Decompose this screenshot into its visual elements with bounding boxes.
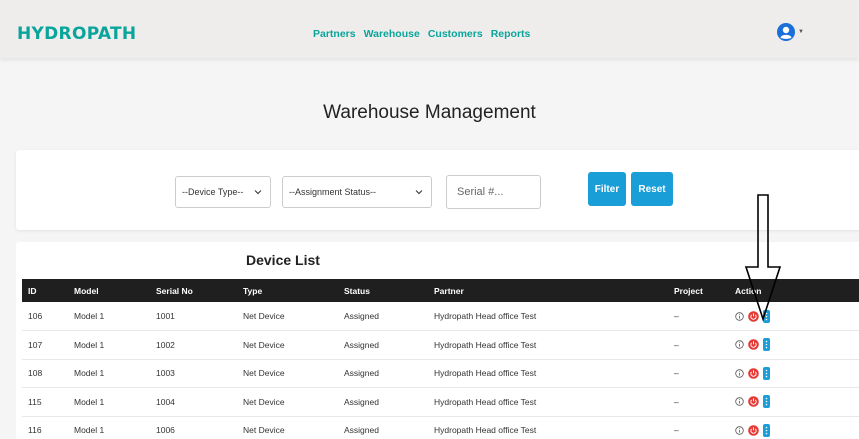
annotation-arrow (744, 194, 782, 321)
nav-partners[interactable]: Partners (313, 28, 356, 40)
info-circle-icon[interactable] (735, 397, 744, 406)
cell-type: Net Device (243, 396, 285, 407)
col-header-partner: Partner (434, 285, 464, 296)
table-row: 116 Model 1 1006 Net Device Assigned Hydropat… (22, 416, 859, 439)
reset-button[interactable]: Reset (631, 172, 673, 206)
device-type-select[interactable]: --Device Type-- (175, 176, 271, 208)
brand-logo[interactable]: HYDROPATH (17, 24, 136, 44)
cell-id: 115 (28, 396, 42, 407)
cell-project: – (674, 368, 679, 379)
cell-partner: Hydropath Head office Test (434, 339, 537, 350)
device-table: ID Model Serial No Type Status Partner P… (22, 279, 859, 439)
cell-partner: Hydropath Head office Test (434, 425, 537, 436)
cell-model: Model 1 (74, 396, 105, 407)
row-actions (735, 395, 859, 409)
table-header-row: ID Model Serial No Type Status Partner P… (22, 279, 859, 302)
cell-partner: Hydropath Head office Test (434, 368, 537, 379)
table-row: 115 Model 1 1004 Net Device Assigned Hydropat… (22, 388, 859, 417)
col-header-status: Status (344, 285, 370, 296)
cell-serial: 1006 (156, 425, 175, 436)
cell-type: Net Device (243, 425, 285, 436)
vertical-ellipsis-icon (765, 340, 768, 349)
nav-reports[interactable]: Reports (491, 28, 531, 40)
device-type-value: --Device Type-- (182, 187, 244, 197)
col-header-model: Model (74, 285, 99, 296)
power-icon[interactable] (748, 396, 759, 408)
vertical-ellipsis-icon (765, 426, 768, 435)
serial-placeholder: Serial #... (457, 186, 504, 198)
cell-project: – (674, 311, 679, 321)
cell-serial: 1001 (156, 311, 175, 321)
cell-project: – (674, 425, 679, 436)
cell-status: Assigned (344, 396, 379, 407)
col-header-type: Type (243, 285, 263, 296)
power-icon[interactable] (748, 424, 759, 436)
cell-status: Assigned (344, 368, 379, 379)
row-actions (735, 338, 859, 352)
cell-project: – (674, 339, 679, 350)
cell-project: – (674, 396, 679, 407)
cell-model: Model 1 (74, 339, 105, 350)
top-navbar: HYDROPATH Partners Warehouse Customers R… (0, 0, 859, 58)
cell-model: Model 1 (74, 425, 105, 436)
cell-action (729, 331, 859, 360)
col-header-serial: Serial No (156, 285, 193, 296)
col-header-project: Project (674, 285, 703, 296)
cell-status: Assigned (344, 425, 379, 436)
cell-model: Model 1 (74, 311, 105, 321)
filter-panel: --Device Type-- --Assignment Status-- Se… (16, 150, 859, 230)
info-circle-icon[interactable] (735, 369, 744, 378)
info-circle-icon[interactable] (735, 311, 744, 321)
col-header-id: ID (28, 285, 37, 296)
table-row: 106 Model 1 1001 Net Device Assigned Hydropat… (22, 302, 859, 331)
page-title: Warehouse Management (323, 102, 536, 123)
device-list-panel: Device List ID Model Serial No Type Stat… (16, 242, 859, 439)
cell-action (729, 359, 859, 388)
row-actions (735, 423, 859, 437)
cell-partner: Hydropath Head office Test (434, 396, 537, 407)
table-row: 107 Model 1 1002 Net Device Assigned Hydropat… (22, 331, 859, 360)
cell-partner: Hydropath Head office Test (434, 311, 537, 321)
serial-search-input[interactable]: Serial #... (446, 175, 541, 209)
vertical-ellipsis-icon (765, 397, 768, 406)
device-list-title: Device List (246, 252, 320, 268)
cell-type: Net Device (243, 368, 285, 379)
chevron-down-icon (415, 190, 423, 195)
row-actions (735, 366, 859, 380)
cell-id: 108 (28, 368, 43, 379)
main-nav: Partners Warehouse Customers Reports (313, 28, 530, 40)
cell-model: Model 1 (74, 368, 105, 379)
power-icon[interactable] (748, 339, 759, 351)
filter-button[interactable]: Filter (588, 172, 626, 206)
table-row: 108 Model 1 1003 Net Device Assigned Hydropat… (22, 359, 859, 388)
cell-action (729, 388, 859, 417)
more-options-button[interactable] (763, 366, 770, 380)
cell-status: Assigned (344, 339, 379, 350)
user-circle-icon[interactable] (777, 23, 795, 41)
nav-customers[interactable]: Customers (428, 28, 483, 40)
cell-type: Net Device (243, 339, 285, 350)
nav-warehouse[interactable]: Warehouse (364, 28, 420, 40)
user-menu-caret-icon[interactable]: ▼ (798, 29, 804, 35)
cell-serial: 1003 (156, 368, 175, 379)
cell-serial: 1004 (156, 396, 175, 407)
info-circle-icon[interactable] (735, 340, 744, 349)
assignment-status-select[interactable]: --Assignment Status-- (282, 176, 432, 208)
more-options-button[interactable] (763, 338, 770, 352)
chevron-down-icon (254, 190, 262, 195)
cell-id: 116 (28, 425, 42, 436)
cell-id: 107 (28, 339, 43, 350)
more-options-button[interactable] (763, 423, 770, 437)
cell-status: Assigned (344, 311, 379, 321)
more-options-button[interactable] (763, 395, 770, 409)
cell-type: Net Device (243, 311, 285, 321)
vertical-ellipsis-icon (765, 369, 768, 378)
cell-serial: 1002 (156, 339, 175, 350)
cell-id: 106 (28, 311, 43, 321)
assignment-status-value: --Assignment Status-- (289, 187, 377, 197)
power-icon[interactable] (748, 367, 759, 379)
info-circle-icon[interactable] (735, 426, 744, 435)
cell-action (729, 416, 859, 439)
